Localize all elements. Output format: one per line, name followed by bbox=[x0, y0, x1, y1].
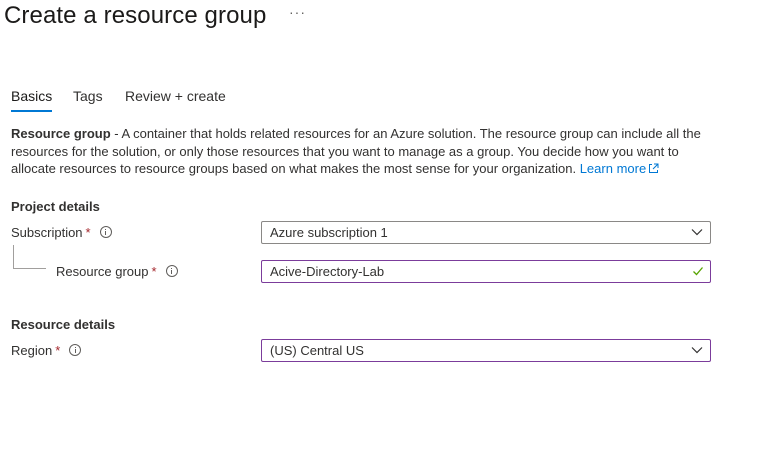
region-label-text: Region bbox=[11, 343, 53, 358]
tab-basics-label: Basics bbox=[11, 88, 53, 104]
tab-review-create-label: Review + create bbox=[125, 88, 226, 104]
tab-basics[interactable]: Basics bbox=[11, 88, 53, 112]
region-dropdown[interactable]: (US) Central US bbox=[261, 339, 711, 362]
subscription-dropdown[interactable]: Azure subscription 1 bbox=[261, 221, 711, 244]
learn-more-label: Learn more bbox=[579, 161, 647, 176]
learn-more-link[interactable]: Learn more bbox=[580, 161, 659, 176]
resource-details-heading: Resource details bbox=[11, 317, 116, 332]
page-title: Create a resource group bbox=[4, 2, 267, 29]
checkmark-icon bbox=[693, 267, 703, 276]
description: Resource group - A container that holds … bbox=[11, 125, 711, 178]
project-details-heading: Project details bbox=[11, 199, 100, 214]
subscription-label-text: Subscription bbox=[11, 225, 83, 240]
tab-review-create[interactable]: Review + create bbox=[125, 88, 226, 104]
description-term: Resource group bbox=[11, 126, 111, 141]
subscription-label: Subscription * bbox=[11, 225, 112, 240]
resource-group-label-text: Resource group bbox=[56, 264, 149, 279]
tree-connector-branch bbox=[13, 268, 46, 269]
external-link-icon bbox=[649, 163, 659, 173]
info-icon[interactable] bbox=[69, 344, 82, 356]
region-label: Region * bbox=[11, 343, 82, 358]
region-value: (US) Central US bbox=[270, 343, 364, 358]
subscription-value: Azure subscription 1 bbox=[270, 225, 388, 240]
tab-tags-label: Tags bbox=[73, 88, 103, 104]
required-marker: * bbox=[55, 343, 61, 358]
tree-connector bbox=[13, 245, 14, 269]
resource-group-label: Resource group * bbox=[56, 264, 178, 279]
resource-group-value: Acive-Directory-Lab bbox=[270, 264, 385, 279]
active-tab-indicator bbox=[11, 110, 53, 112]
tab-tags[interactable]: Tags bbox=[73, 88, 103, 104]
required-marker: * bbox=[85, 225, 91, 240]
info-icon[interactable] bbox=[99, 226, 112, 238]
more-options-button[interactable]: ··· bbox=[289, 4, 306, 20]
info-icon[interactable] bbox=[165, 265, 178, 277]
required-marker: * bbox=[151, 264, 157, 279]
chevron-down-icon bbox=[691, 229, 703, 236]
resource-group-input[interactable]: Acive-Directory-Lab bbox=[261, 260, 711, 283]
chevron-down-icon bbox=[691, 347, 703, 354]
